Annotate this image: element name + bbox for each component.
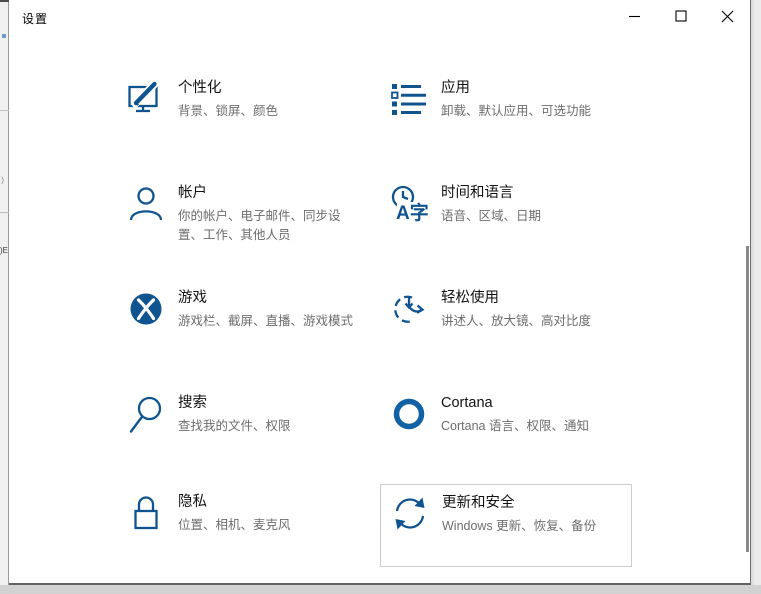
privacy-icon — [127, 494, 165, 532]
desktop-bottom-strip — [0, 585, 761, 594]
titlebar: 设置 — [9, 0, 750, 32]
gaming-icon — [127, 290, 165, 328]
background-icon-fragment — [2, 34, 6, 38]
category-subtitle: 查找我的文件、权限 — [178, 419, 291, 433]
apps-icon — [390, 80, 428, 118]
tile-privacy[interactable]: 隐私 位置、相机、麦克风 — [117, 484, 369, 567]
ease-of-access-icon — [390, 290, 428, 328]
category-title: 时间和语言 — [441, 185, 514, 201]
maximize-button[interactable] — [658, 0, 704, 32]
search-icon — [127, 395, 165, 433]
category-subtitle: 游戏栏、截屏、直播、游戏模式 — [178, 314, 354, 328]
tile-update-security[interactable]: 更新和安全 Windows 更新、恢复、备份 — [380, 484, 632, 567]
category-title: 更新和安全 — [442, 495, 515, 511]
background-window-sliver: ） )E — [0, 0, 9, 594]
category-title: 应用 — [441, 80, 470, 96]
category-title: 个性化 — [178, 80, 222, 96]
scrollbar-thumb[interactable] — [746, 246, 749, 552]
close-icon — [721, 10, 734, 23]
tile-ease-of-access[interactable]: 轻松使用 讲述人、放大镜、高对比度 — [380, 280, 632, 363]
background-window-divider — [0, 212, 9, 213]
update-security-icon — [391, 495, 429, 533]
category-title: 轻松使用 — [441, 290, 499, 306]
svg-text:A字: A字 — [396, 201, 428, 223]
background-window-divider — [0, 110, 9, 111]
close-button[interactable] — [704, 0, 750, 32]
background-text-fragment: ） — [1, 176, 9, 185]
tile-time-language[interactable]: A字 时间和语言 语音、区域、日期 — [380, 175, 632, 258]
accounts-icon — [127, 185, 165, 223]
category-subtitle: Cortana 语言、权限、通知 — [441, 419, 589, 433]
tile-search[interactable]: 搜索 查找我的文件、权限 — [117, 385, 369, 468]
category-title: 帐户 — [178, 185, 207, 201]
category-title: 隐私 — [178, 494, 207, 510]
background-window-edge — [0, 0, 9, 2]
tile-gaming[interactable]: 游戏 游戏栏、截屏、直播、游戏模式 — [117, 280, 369, 363]
category-subtitle: 位置、相机、麦克风 — [178, 518, 291, 532]
screen: ） )E 设置 个性化 背景、锁屏、颜色 应用 卸载、默认应用、可选功能 帐户 … — [0, 0, 761, 594]
category-title: Cortana — [441, 395, 493, 411]
category-subtitle: 语音、区域、日期 — [441, 209, 542, 223]
maximize-icon — [675, 10, 687, 22]
background-text-fragment: )E — [0, 246, 8, 255]
desktop-right-strip — [751, 0, 761, 594]
minimize-icon — [629, 10, 641, 22]
window-controls — [612, 0, 750, 32]
category-title: 搜索 — [178, 395, 207, 411]
tile-apps[interactable]: 应用 卸载、默认应用、可选功能 — [380, 70, 632, 153]
category-subtitle: 卸载、默认应用、可选功能 — [441, 104, 592, 118]
tile-cortana[interactable]: Cortana Cortana 语言、权限、通知 — [380, 385, 632, 468]
tile-accounts[interactable]: 帐户 你的帐户、电子邮件、同步设置、工作、其他人员 — [117, 175, 369, 258]
category-subtitle: 你的帐户、电子邮件、同步设置、工作、其他人员 — [178, 209, 341, 242]
personalization-icon — [127, 79, 165, 118]
category-subtitle: Windows 更新、恢复、备份 — [442, 519, 597, 533]
category-title: 游戏 — [178, 290, 207, 306]
category-subtitle: 背景、锁屏、颜色 — [178, 104, 279, 118]
window-title: 设置 — [22, 12, 49, 26]
cortana-icon — [390, 395, 428, 433]
minimize-button[interactable] — [612, 0, 658, 32]
tile-personalization[interactable]: 个性化 背景、锁屏、颜色 — [117, 70, 369, 153]
category-subtitle: 讲述人、放大镜、高对比度 — [441, 314, 592, 328]
time-language-icon: A字 — [390, 185, 429, 224]
